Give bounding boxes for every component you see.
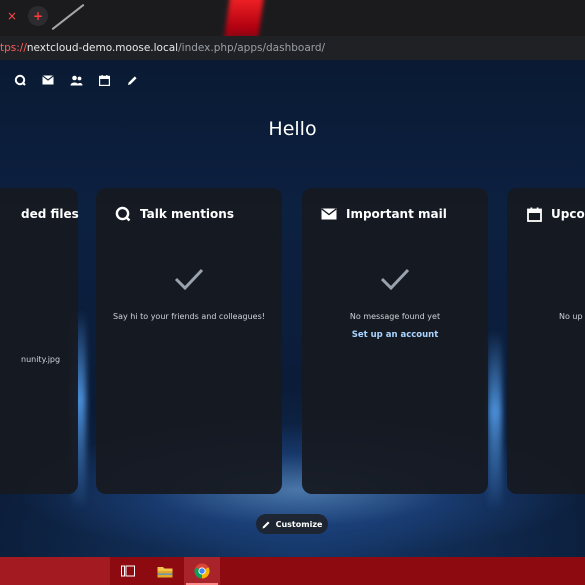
url-path: /index.php/apps/dashboard/ <box>178 42 326 54</box>
tab-separator <box>51 3 85 31</box>
empty-check-icon <box>302 268 488 290</box>
chrome-icon[interactable] <box>192 561 212 581</box>
empty-check-icon <box>96 268 282 290</box>
panel-upcoming-events: Upco No up <box>507 188 585 494</box>
notes-pencil-icon[interactable] <box>118 66 146 94</box>
empty-message: No up <box>559 312 583 321</box>
wallpaper-streak <box>221 0 265 36</box>
talk-icon[interactable] <box>6 66 34 94</box>
file-item[interactable]: nunity.jpg <box>21 355 60 364</box>
panel-talk-mentions: Talk mentions Say hi to your friends and… <box>96 188 282 494</box>
file-name: nunity.jpg <box>21 355 61 364</box>
taskbar-search-area[interactable] <box>0 557 110 585</box>
panel-title: Upco <box>551 207 585 221</box>
empty-message: Say hi to your friends and colleagues! <box>113 312 265 321</box>
background-glow <box>488 330 502 510</box>
empty-message: No message found yet <box>349 312 441 321</box>
customize-label: Customize <box>275 519 323 529</box>
url-scheme: tps:// <box>0 42 27 54</box>
panel-title: Important mail <box>346 207 447 221</box>
panel-title: ded files <box>21 207 79 221</box>
mail-icon[interactable] <box>34 66 62 94</box>
url-host: nextcloud-demo.moose.local <box>26 42 179 54</box>
calendar-icon <box>525 205 543 223</box>
contacts-icon[interactable] <box>62 66 90 94</box>
address-bar[interactable]: tps://nextcloud-demo.moose.local/index.p… <box>0 36 585 61</box>
panel-header: Talk mentions <box>114 204 234 224</box>
greeting-heading: Hello <box>268 118 317 140</box>
panel-important-mail: Important mail No message found yet Set … <box>302 188 488 494</box>
panel-header: Important mail <box>320 204 447 224</box>
calendar-icon[interactable] <box>90 66 118 94</box>
panel-header: ded files <box>21 204 79 224</box>
app-navigation <box>0 60 585 100</box>
panel-recommended-files: ded files nunity.jpg <box>0 188 79 494</box>
pencil-icon <box>262 521 270 528</box>
mail-icon <box>320 205 338 223</box>
browser-tab-strip: × + <box>0 0 585 36</box>
file-explorer-icon[interactable] <box>155 561 175 581</box>
talk-icon <box>114 205 132 223</box>
panel-header: Upco <box>525 204 585 224</box>
panel-title: Talk mentions <box>140 207 234 221</box>
customize-button[interactable]: Customize <box>256 514 328 534</box>
tab-close-button[interactable]: × <box>2 6 22 26</box>
setup-account-link[interactable]: Set up an account <box>302 330 488 340</box>
new-tab-button[interactable]: + <box>28 6 48 26</box>
dashboard-page: Hello ded files nunity.jpg Talk mentions… <box>0 60 585 557</box>
task-view-icon[interactable] <box>118 561 138 581</box>
os-taskbar <box>0 557 585 585</box>
